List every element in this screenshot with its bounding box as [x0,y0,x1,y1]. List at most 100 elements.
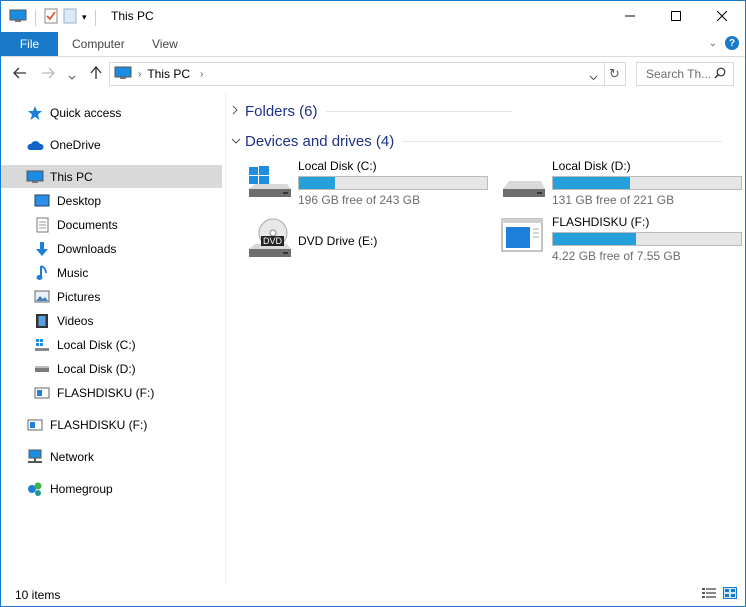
windows-drive-icon [247,159,297,201]
search-input[interactable] [644,66,716,82]
drive-name: Local Disk (C:) [298,159,377,173]
drive-usage-fill [299,177,335,189]
drive-name: FLASHDISKU (F:) [552,215,650,229]
drive-local-disk-c[interactable]: Local Disk (C:) 196 GB free of 243 GB [247,159,488,207]
recent-locations-chevron-icon[interactable] [68,68,76,84]
search-box[interactable] [636,62,734,86]
help-icon[interactable]: ? [725,36,739,50]
sidebar-item-this-pc[interactable]: This PC [1,165,222,188]
tab-view[interactable]: View [152,32,178,56]
sidebar-item-local-disk-d[interactable]: Local Disk (D:) [1,357,222,380]
view-switcher [701,587,737,602]
drive-usage-bar [552,176,742,190]
refresh-icon: ↻ [609,66,620,81]
sidebar-item-videos[interactable]: Videos [1,309,222,332]
address-bar[interactable]: › This PC › [109,62,605,86]
pictures-icon [33,289,51,305]
drive-flashdisku-f[interactable]: FLASHDISKU (F:) 4.22 GB free of 7.55 GB [501,215,742,263]
documents-icon [33,217,51,233]
network-icon [26,449,44,465]
ribbon-tabs: File Computer View ⌄ ? [1,32,745,57]
desktop-icon [33,193,51,209]
group-header-folders[interactable]: Folders (6) [231,103,512,120]
group-header-devices[interactable]: Devices and drives (4) [231,133,723,150]
customize-qat-icon[interactable]: ▾ [82,12,87,23]
usb-drive-icon [33,385,51,401]
explorer-window: ▾ This PC File Computer View ⌄ ? › This … [0,0,746,607]
sidebar-item-music[interactable]: Music [1,261,222,284]
sidebar-item-flashdisku-f-root[interactable]: FLASHDISKU (F:) [1,413,222,436]
properties-icon[interactable] [44,8,58,27]
sidebar-item-quick-access[interactable]: Quick access [1,101,222,124]
refresh-button[interactable]: ↻ [604,62,626,86]
hard-drive-icon [501,159,551,201]
music-note-icon [33,264,51,281]
drive-free-space: 196 GB free of 243 GB [298,193,421,207]
drive-usage-fill [553,233,636,245]
breadcrumb-this-pc[interactable]: This PC [147,67,190,81]
download-arrow-icon [33,241,51,257]
close-button[interactable] [699,1,745,31]
chevron-down-icon [231,136,245,148]
drive-name: DVD Drive (E:) [298,234,378,248]
homegroup-icon [26,481,44,497]
group-divider [325,111,512,112]
item-count: 10 items [15,588,61,602]
qat-separator [35,9,36,26]
this-pc-icon[interactable] [9,9,27,26]
breadcrumb-chevron-icon[interactable]: › [200,69,203,80]
navigation-pane: Quick access OneDrive This PC Desktop Do… [1,93,226,583]
maximize-button[interactable] [653,1,699,31]
back-arrow-icon[interactable] [13,66,27,82]
tab-file[interactable]: File [1,32,58,56]
sidebar-item-local-disk-c[interactable]: Local Disk (C:) [1,333,222,356]
windows-drive-icon [33,337,51,353]
up-arrow-icon[interactable] [90,65,102,83]
title-bar: ▾ This PC [1,1,745,32]
cloud-icon [26,137,44,153]
qat-separator [94,9,96,26]
usb-drive-icon [26,417,44,433]
sidebar-item-documents[interactable]: Documents [1,213,222,236]
content-pane: Folders (6) Devices and drives (4) Local… [227,93,743,583]
drive-usage-bar [298,176,488,190]
group-divider [402,141,723,142]
tiles-view-icon[interactable] [723,587,737,602]
chevron-right-icon [231,105,245,118]
address-dropdown-icon[interactable] [589,70,598,84]
dvd-label: DVD [261,236,285,246]
window-title: This PC [111,9,154,23]
drive-usage-bar [552,232,742,246]
this-pc-icon [26,169,44,185]
dvd-drive-icon: DVD [247,217,297,259]
minimize-button[interactable] [607,1,653,31]
hard-drive-icon [33,361,51,377]
sidebar-item-pictures[interactable]: Pictures [1,285,222,308]
drive-usage-fill [553,177,631,189]
quick-access-toolbar: ▾ [9,8,100,27]
this-pc-icon [114,66,132,83]
sidebar-item-onedrive[interactable]: OneDrive [1,133,222,156]
drive-free-space: 131 GB free of 221 GB [552,193,675,207]
drive-local-disk-d[interactable]: Local Disk (D:) 131 GB free of 221 GB [501,159,742,207]
drive-free-space: 4.22 GB free of 7.55 GB [552,249,681,263]
film-strip-icon [33,313,51,329]
sidebar-item-homegroup[interactable]: Homegroup [1,477,222,500]
ribbon-right-controls: ⌄ ? [709,36,739,50]
window-controls [607,1,745,31]
expand-ribbon-icon[interactable]: ⌄ [709,38,717,49]
sidebar-item-flashdisku-f[interactable]: FLASHDISKU (F:) [1,381,222,404]
sidebar-item-downloads[interactable]: Downloads [1,237,222,260]
drive-dvd-e[interactable]: DVD DVD Drive (E:) [247,217,377,259]
forward-arrow-icon[interactable] [41,66,55,82]
star-icon [26,105,44,121]
tab-computer[interactable]: Computer [72,32,125,56]
breadcrumb-chevron-icon[interactable]: › [138,69,141,80]
details-view-icon[interactable] [701,587,717,602]
sidebar-item-network[interactable]: Network [1,445,222,468]
sidebar-item-desktop[interactable]: Desktop [1,189,222,212]
new-folder-icon[interactable] [62,8,78,27]
drive-name: Local Disk (D:) [552,159,631,173]
search-icon[interactable] [714,67,726,82]
status-bar: 10 items [1,583,745,606]
